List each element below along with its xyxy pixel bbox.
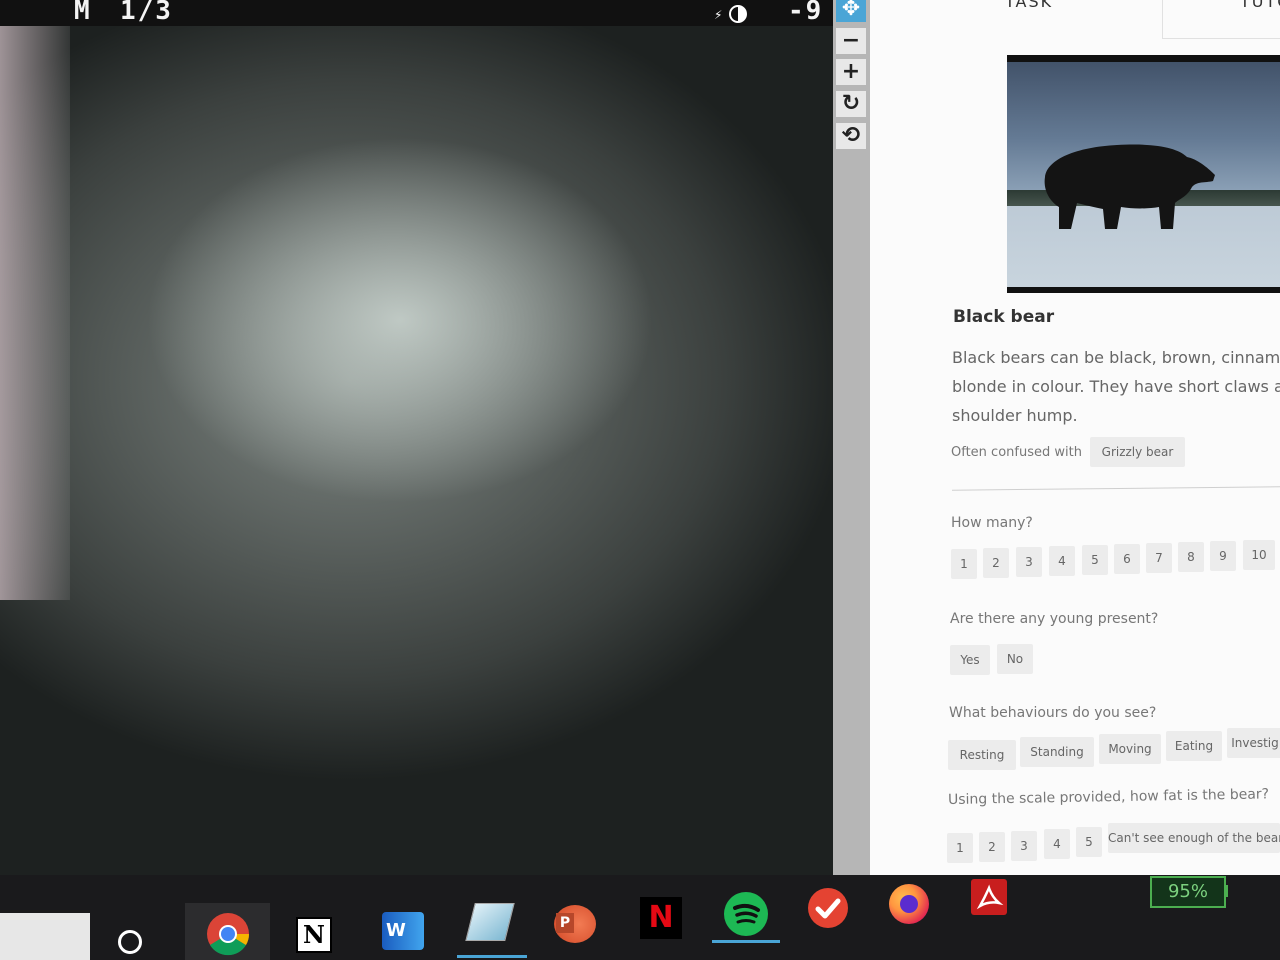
question-how-many: How many?: [951, 515, 1033, 531]
bear-silhouette: [1044, 144, 1215, 229]
young-yes-button[interactable]: Yes: [950, 645, 990, 675]
spotify-icon[interactable]: [724, 892, 768, 936]
count-option[interactable]: 6: [1114, 544, 1140, 574]
tab-task[interactable]: TASK: [1005, 0, 1053, 11]
rotate-icon[interactable]: ↻: [836, 91, 866, 117]
search-icon[interactable]: [118, 930, 142, 954]
acrobat-icon[interactable]: [971, 879, 1007, 915]
zoom-out-icon[interactable]: −: [836, 28, 866, 54]
count-option[interactable]: 8: [1178, 542, 1204, 572]
fat-option[interactable]: 1: [947, 833, 973, 863]
count-option[interactable]: 5: [1082, 545, 1108, 575]
chrome-icon[interactable]: [185, 903, 270, 960]
camera-mode: M: [74, 0, 92, 26]
word-icon[interactable]: W: [382, 912, 424, 950]
fat-option[interactable]: 5: [1076, 827, 1102, 857]
fat-cant-see-button[interactable]: Can't see enough of the bear: [1108, 823, 1280, 853]
count-option[interactable]: 10: [1243, 540, 1275, 570]
behaviour-option[interactable]: Eating: [1166, 731, 1222, 761]
behaviour-option[interactable]: Moving: [1099, 734, 1161, 764]
confused-species-button[interactable]: Grizzly bear: [1090, 437, 1185, 467]
fat-option[interactable]: 2: [979, 832, 1005, 862]
svg-text:⚡: ⚡: [714, 8, 722, 22]
count-option[interactable]: 2: [983, 548, 1009, 578]
notion-icon[interactable]: N: [296, 917, 332, 953]
question-fat-scale: Using the scale provided, how fat is the…: [947, 786, 1270, 808]
behaviour-option[interactable]: Resting: [948, 740, 1016, 770]
question-behaviours: What behaviours do you see?: [949, 705, 1157, 721]
notes-icon[interactable]: [465, 903, 515, 941]
camera-info-bar: M 1/3 ⚡ -9: [0, 0, 833, 26]
species-description: Black bears can be black, brown, cinnamo…: [952, 348, 1280, 425]
netflix-icon[interactable]: N: [640, 897, 682, 939]
behaviour-option[interactable]: Investig: [1227, 728, 1280, 758]
trail-camera-image[interactable]: M 1/3 ⚡ -9: [0, 0, 833, 910]
tab-tutorial[interactable]: TUTO: [1240, 0, 1280, 11]
spotify-active-indicator: [712, 940, 780, 943]
tab-divider: [1162, 0, 1163, 38]
count-option[interactable]: 7: [1146, 543, 1172, 573]
behaviour-option[interactable]: Standing: [1020, 737, 1094, 767]
young-no-button[interactable]: No: [997, 644, 1033, 674]
count-option[interactable]: 9: [1210, 541, 1236, 571]
fat-option[interactable]: 3: [1011, 831, 1037, 861]
powerpoint-icon[interactable]: P: [554, 905, 596, 943]
section-divider: [952, 486, 1280, 491]
confused-with-label: Often confused with: [951, 445, 1082, 460]
count-option[interactable]: 4: [1049, 546, 1075, 576]
count-option[interactable]: 1: [951, 549, 977, 579]
zoom-in-icon[interactable]: +: [836, 59, 866, 85]
move-icon[interactable]: ✥: [836, 0, 866, 22]
image-toolbar: ✥ − + ↻ ⟲: [833, 0, 870, 875]
fat-option[interactable]: 4: [1044, 829, 1070, 859]
battery-tip: [1224, 885, 1228, 897]
tab-divider-line: [1162, 38, 1280, 39]
battery-indicator: 95%: [1150, 876, 1226, 908]
taskbar: N W P N 95%: [0, 875, 1280, 960]
firefox-icon[interactable]: [889, 884, 929, 924]
species-example-image: [1007, 55, 1280, 293]
camera-temperature: -9: [788, 0, 824, 26]
question-young: Are there any young present?: [950, 611, 1159, 627]
notes-active-indicator: [457, 955, 527, 958]
taskbar-blank-area: [0, 913, 90, 960]
count-option[interactable]: 3: [1016, 547, 1042, 577]
image-glare: [0, 20, 70, 600]
camera-frame: 1/3: [120, 0, 173, 26]
classification-panel: TASK TUTO Black bear Black bears can be …: [870, 0, 1280, 875]
moon-phase-icon: ⚡: [714, 5, 748, 23]
species-name: Black bear: [953, 307, 1055, 327]
todo-icon[interactable]: [808, 888, 848, 928]
reset-icon[interactable]: ⟲: [836, 123, 866, 149]
